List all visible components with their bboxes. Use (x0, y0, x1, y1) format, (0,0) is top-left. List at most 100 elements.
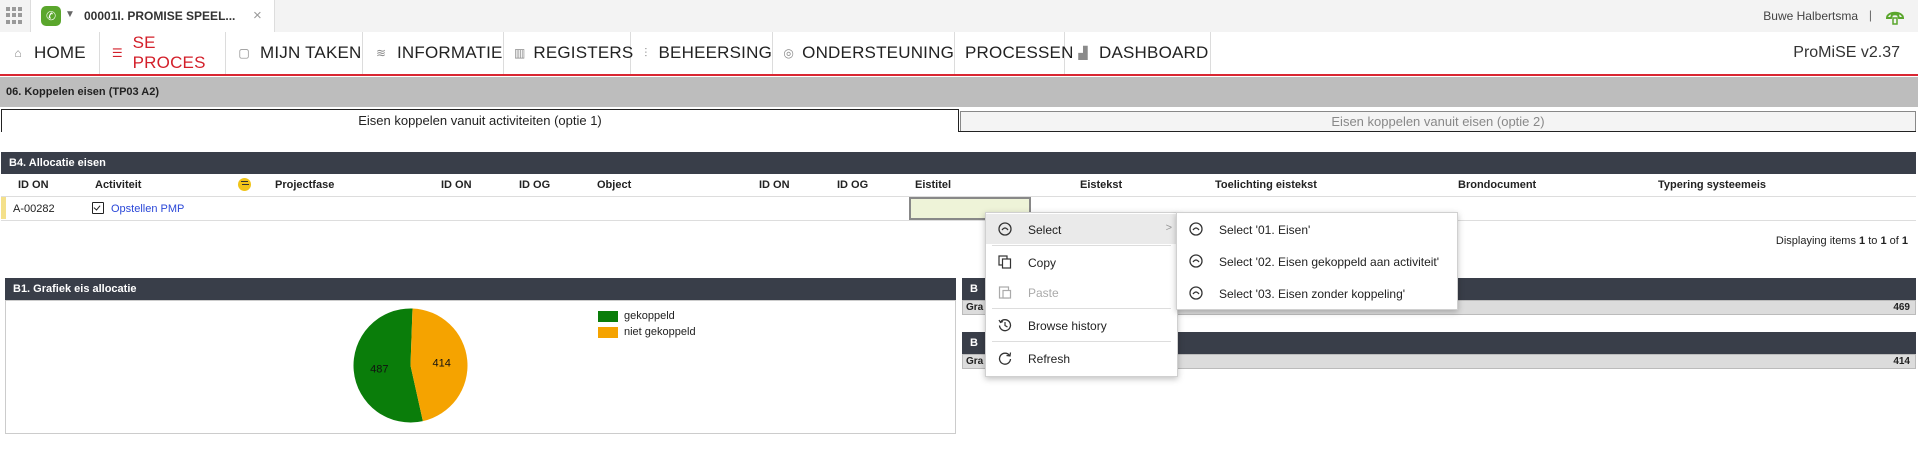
column-header-object[interactable]: Object (597, 179, 631, 191)
paste-icon (998, 286, 1012, 299)
paging-info: Displaying items 1 to 1 of 1 (1776, 235, 1908, 247)
top-bar: ✆ ▼ 00001I. PROMISE SPEEL... × Buwe Halb… (0, 0, 1918, 33)
column-header-id-on[interactable]: ID ON (18, 179, 49, 191)
menu-item-refresh-label: Refresh (1028, 352, 1071, 366)
column-header-activiteit[interactable]: Activiteit (95, 179, 141, 191)
nav-informatie[interactable]: ≋ INFORMATIE (363, 32, 504, 74)
nav-registers-label: REGISTERS (533, 43, 634, 62)
nav-processen-label: PROCESSEN (965, 43, 1074, 62)
paging-to-word: to (1865, 235, 1881, 247)
column-header-eistekst[interactable]: Eistekst (1080, 179, 1122, 191)
column-header-eistitel[interactable]: Eistitel (915, 179, 951, 191)
legend-label-gekoppeld: gekoppeld (624, 310, 675, 322)
menu-item-refresh[interactable]: Refresh (986, 343, 1177, 373)
legend-swatch-niet-gekoppeld (598, 327, 618, 338)
menu-item-select[interactable]: Select > (986, 214, 1177, 244)
list-icon: ☰ (111, 46, 123, 60)
column-header-id-og-2[interactable]: ID OG (837, 179, 868, 191)
menu-item-browse-history[interactable]: Browse history (986, 310, 1177, 340)
bar-chart-icon: ▟ (1078, 46, 1088, 60)
submenu-item-02-eisen-gekoppeld[interactable]: Select '02. Eisen gekoppeld aan activite… (1177, 246, 1457, 276)
menu-item-select-label: Select (1028, 223, 1062, 237)
copy-icon (998, 255, 1012, 269)
select-icon (1189, 286, 1203, 300)
column-header-id-on-2[interactable]: ID ON (441, 179, 472, 191)
home-icon: ⌂ (14, 46, 22, 60)
nav-ondersteuning-label: ONDERSTEUNING (802, 43, 954, 62)
breadcrumb: 06. Koppelen eisen (TP03 A2) (0, 77, 1918, 107)
user-name[interactable]: Buwe Halbertsma (1763, 9, 1858, 23)
phone-user-icon[interactable] (1884, 6, 1906, 26)
nav-processen[interactable]: PROCESSEN (955, 32, 1073, 74)
clipboard-icon: ▢ (238, 46, 250, 60)
submenu-item-03-eisen-zonder[interactable]: Select '03. Eisen zonder koppeling' (1177, 278, 1457, 308)
submenu-item-01-eisen[interactable]: Select '01. Eisen' (1177, 214, 1457, 244)
layers-icon: ≋ (375, 46, 387, 60)
paging-total: 1 (1901, 235, 1908, 247)
document-tab[interactable]: ✆ ▼ 00001I. PROMISE SPEEL... × (30, 0, 275, 32)
right-panel-2-label: Gra (966, 356, 984, 367)
nav-dashboard-label: DASHBOARD (1099, 43, 1209, 62)
row-divider-bottom (1, 220, 1916, 221)
close-icon[interactable]: × (253, 7, 262, 24)
submenu-arrow-icon: > (1165, 222, 1172, 234)
nav-se-proces[interactable]: ☰ SE PROCES (100, 32, 226, 74)
task-check-icon (92, 202, 104, 214)
menu-separator (992, 308, 1171, 309)
nav-informatie-label: INFORMATIE (397, 43, 503, 62)
refresh-icon (998, 352, 1012, 365)
menu-separator (992, 245, 1171, 246)
column-header-typering[interactable]: Typering systeemeis (1658, 179, 1766, 191)
submenu-item-03-label: Select '03. Eisen zonder koppeling' (1219, 287, 1406, 301)
grid-icon[interactable] (6, 7, 23, 24)
b1-panel-title: B1. Grafiek eis allocatie (5, 278, 956, 300)
submenu-item-02-label: Select '02. Eisen gekoppeld aan activite… (1219, 255, 1440, 269)
tab-option-1[interactable]: Eisen koppelen vanuit activiteiten (opti… (1, 109, 959, 132)
right-panel-1-value: 469 (1893, 302, 1910, 313)
nav-home-label: HOME (34, 43, 86, 62)
menu-separator (992, 341, 1171, 342)
nav-mijn-taken[interactable]: ▢ MIJN TAKEN (226, 32, 363, 74)
nav-dashboard[interactable]: ▟ DASHBOARD (1065, 32, 1211, 74)
menu-item-browse-history-label: Browse history (1028, 319, 1107, 333)
nav-ondersteuning[interactable]: ◎ ONDERSTEUNING (773, 32, 955, 74)
row-activity-link[interactable]: Opstellen PMP (111, 203, 184, 215)
column-header-toelichting[interactable]: Toelichting eistekst (1215, 179, 1317, 191)
filter-icon[interactable] (238, 178, 251, 191)
select-icon (1189, 254, 1203, 268)
column-header-projectfase[interactable]: Projectfase (275, 179, 334, 191)
nav-home[interactable]: ⌂ HOME (0, 32, 100, 74)
nav-beheersing[interactable]: ⫶ BEHEERSING (631, 32, 773, 74)
legend-swatch-gekoppeld (598, 311, 618, 322)
column-header-id-og[interactable]: ID OG (519, 179, 550, 191)
column-header-brondocument[interactable]: Brondocument (1458, 179, 1536, 191)
pie-chart: 487 414 (353, 308, 468, 423)
chevron-down-icon[interactable]: ▼ (65, 9, 75, 20)
user-separator: | (1868, 8, 1872, 22)
select-icon (1189, 222, 1203, 236)
menu-item-paste[interactable]: Paste (986, 277, 1177, 307)
context-menu: Select > Copy Paste Browse history Refre… (985, 212, 1178, 377)
column-header-id-on-3[interactable]: ID ON (759, 179, 790, 191)
book-icon: ▥ (514, 46, 526, 60)
submenu-item-01-label: Select '01. Eisen' (1219, 223, 1311, 237)
menu-item-copy[interactable]: Copy (986, 247, 1177, 277)
brand-version: ProMiSE v2.37 (1793, 44, 1900, 61)
menu-item-copy-label: Copy (1028, 256, 1057, 270)
b1-chart-area (5, 300, 956, 434)
pie-value-label: 487 (370, 363, 388, 375)
main-nav: ⌂ HOME ☰ SE PROCES ▢ MIJN TAKEN ≋ INFORM… (0, 32, 1918, 76)
row-selection-marker (1, 197, 6, 219)
nav-se-proces-label: SE PROCES (132, 33, 206, 72)
breadcrumb-title: 06. Koppelen eisen (TP03 A2) (6, 86, 160, 98)
row-id-on[interactable]: A-00282 (13, 203, 55, 215)
sliders-icon: ⫶ (644, 45, 648, 60)
phone-logo-icon: ✆ (41, 6, 61, 26)
history-icon (998, 319, 1012, 332)
right-panel-1-label: Gra (966, 302, 984, 313)
tab-option-2[interactable]: Eisen koppelen vanuit eisen (optie 2) (960, 111, 1916, 132)
select-submenu: Select '01. Eisen' Select '02. Eisen gek… (1176, 212, 1458, 310)
nav-registers[interactable]: ▥ REGISTERS (504, 32, 634, 74)
menu-item-paste-label: Paste (1028, 286, 1059, 300)
b4-panel-title: B4. Allocatie eisen (1, 152, 1916, 174)
